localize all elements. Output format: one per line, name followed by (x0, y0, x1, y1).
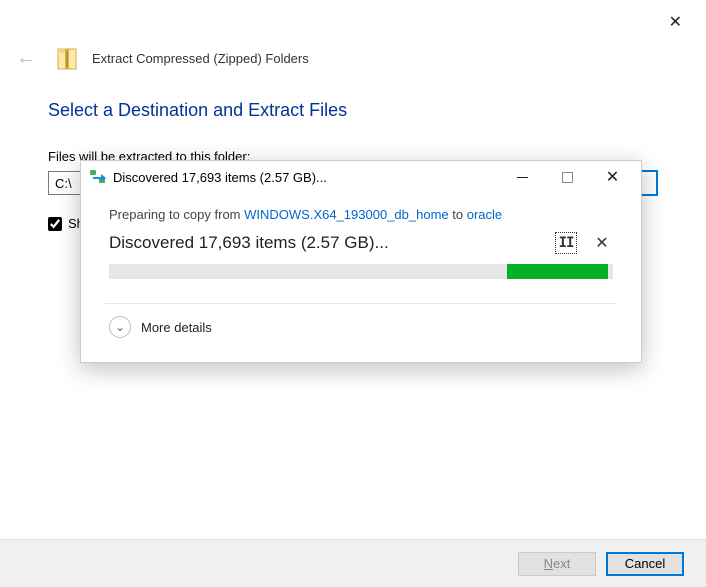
close-button[interactable]: ✕ (590, 162, 635, 192)
progress-fill (507, 264, 608, 279)
maximize-button (545, 162, 590, 192)
dest-link[interactable]: oracle (467, 207, 502, 222)
progress-body: Preparing to copy from WINDOWS.X64_19300… (81, 193, 641, 362)
copy-progress-dialog: Discovered 17,693 items (2.57 GB)... ✕ P… (80, 160, 642, 363)
zip-folder-icon (56, 44, 78, 72)
progress-titlebar: Discovered 17,693 items (2.57 GB)... ✕ (81, 161, 641, 193)
status-row: Discovered 17,693 items (2.57 GB)... II … (109, 232, 613, 254)
status-text: Discovered 17,693 items (2.57 GB)... (109, 233, 555, 253)
pause-button[interactable]: II (555, 232, 577, 254)
progress-bar (109, 264, 613, 279)
wizard-header: ← Extract Compressed (Zipped) Folders (0, 40, 706, 80)
show-files-checkbox[interactable] (48, 217, 62, 231)
chevron-down-icon: ⌄ (109, 316, 131, 338)
progress-title: Discovered 17,693 items (2.57 GB)... (113, 170, 500, 185)
source-link[interactable]: WINDOWS.X64_193000_db_home (244, 207, 449, 222)
minimize-button[interactable] (500, 162, 545, 192)
copy-transfer-icon (89, 168, 107, 186)
more-details-label: More details (141, 320, 212, 335)
cancel-copy-button[interactable]: ✕ (591, 232, 613, 254)
preparing-label: Preparing to copy from WINDOWS.X64_19300… (109, 207, 613, 222)
wizard-heading: Select a Destination and Extract Files (48, 100, 658, 121)
wizard-title: Extract Compressed (Zipped) Folders (92, 51, 309, 66)
parent-window-close-button[interactable]: ✕ (665, 8, 686, 36)
cancel-button[interactable]: Cancel (606, 552, 684, 576)
back-arrow-icon: ← (10, 45, 42, 72)
next-button: Next (518, 552, 596, 576)
wizard-footer: Next Cancel (0, 539, 706, 587)
more-details-toggle[interactable]: ⌄ More details (109, 314, 613, 352)
separator (105, 303, 617, 304)
